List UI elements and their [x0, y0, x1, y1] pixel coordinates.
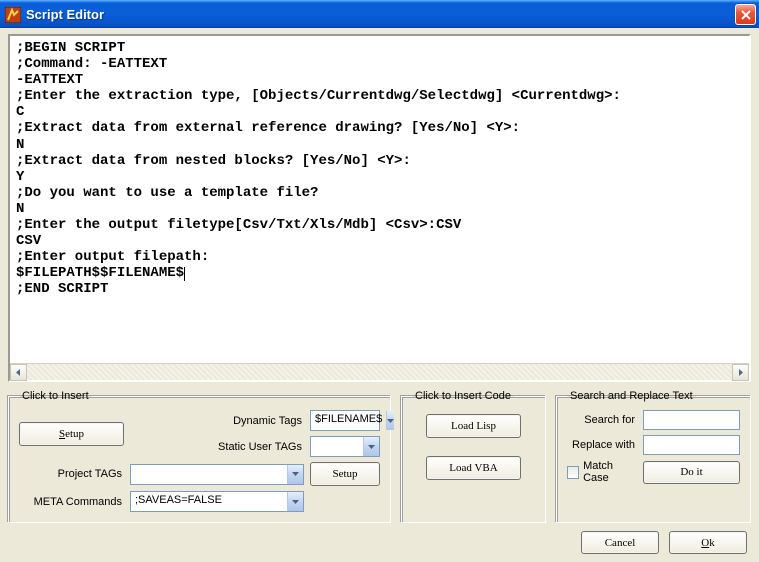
close-button[interactable]: [735, 4, 756, 25]
setup-project-button[interactable]: Setup: [310, 462, 380, 486]
script-editor-area[interactable]: ;BEGIN SCRIPT;Command: -EATTEXT-EATTEXT;…: [8, 34, 751, 382]
chevron-down-icon[interactable]: [363, 437, 379, 456]
ok-button[interactable]: Ok: [669, 531, 747, 554]
chevron-down-icon[interactable]: [287, 492, 303, 511]
load-lisp-button[interactable]: Load Lisp: [426, 414, 521, 438]
project-tags-combo[interactable]: [130, 464, 304, 485]
scroll-left-icon[interactable]: [10, 364, 27, 381]
horizontal-scrollbar[interactable]: [10, 363, 749, 380]
match-case-checkbox[interactable]: [567, 466, 579, 479]
project-tags-label: Project TAGs: [19, 468, 124, 480]
code-legend: Click to Insert Code: [412, 390, 514, 402]
click-to-insert-group: Click to Insert Dynamic Tags $FILENAME$ …: [8, 390, 391, 523]
chevron-down-icon[interactable]: [386, 411, 394, 430]
scroll-track[interactable]: [27, 364, 732, 380]
dynamic-tags-label: Dynamic Tags: [130, 415, 304, 427]
click-to-insert-code-group: Click to Insert Code Load Lisp Load VBA: [401, 390, 546, 523]
meta-commands-label: META Commands: [19, 496, 124, 508]
scroll-right-icon[interactable]: [732, 364, 749, 381]
static-tags-combo[interactable]: [310, 436, 380, 457]
search-input[interactable]: [643, 410, 740, 430]
insert-legend: Click to Insert: [19, 390, 92, 402]
cancel-button[interactable]: Cancel: [581, 531, 659, 554]
window-title: Script Editor: [26, 7, 735, 22]
meta-commands-combo[interactable]: ;SAVEAS=FALSE: [130, 491, 304, 512]
search-legend: Search and Replace Text: [567, 390, 696, 402]
search-for-label: Search for: [567, 414, 637, 426]
app-icon: [5, 7, 21, 23]
match-case-label: Match Case: [583, 460, 637, 484]
do-it-button[interactable]: Do it: [643, 461, 740, 484]
titlebar: Script Editor: [0, 0, 759, 28]
search-replace-group: Search and Replace Text Search for Repla…: [556, 390, 751, 523]
replace-input[interactable]: [643, 435, 740, 455]
static-tags-label: Static User TAGs: [130, 441, 304, 453]
chevron-down-icon[interactable]: [287, 465, 303, 484]
load-vba-button[interactable]: Load VBA: [426, 456, 521, 480]
dynamic-tags-combo[interactable]: $FILENAME$: [310, 410, 380, 431]
setup-static-button[interactable]: Setup: [19, 422, 124, 446]
replace-with-label: Replace with: [567, 439, 637, 451]
